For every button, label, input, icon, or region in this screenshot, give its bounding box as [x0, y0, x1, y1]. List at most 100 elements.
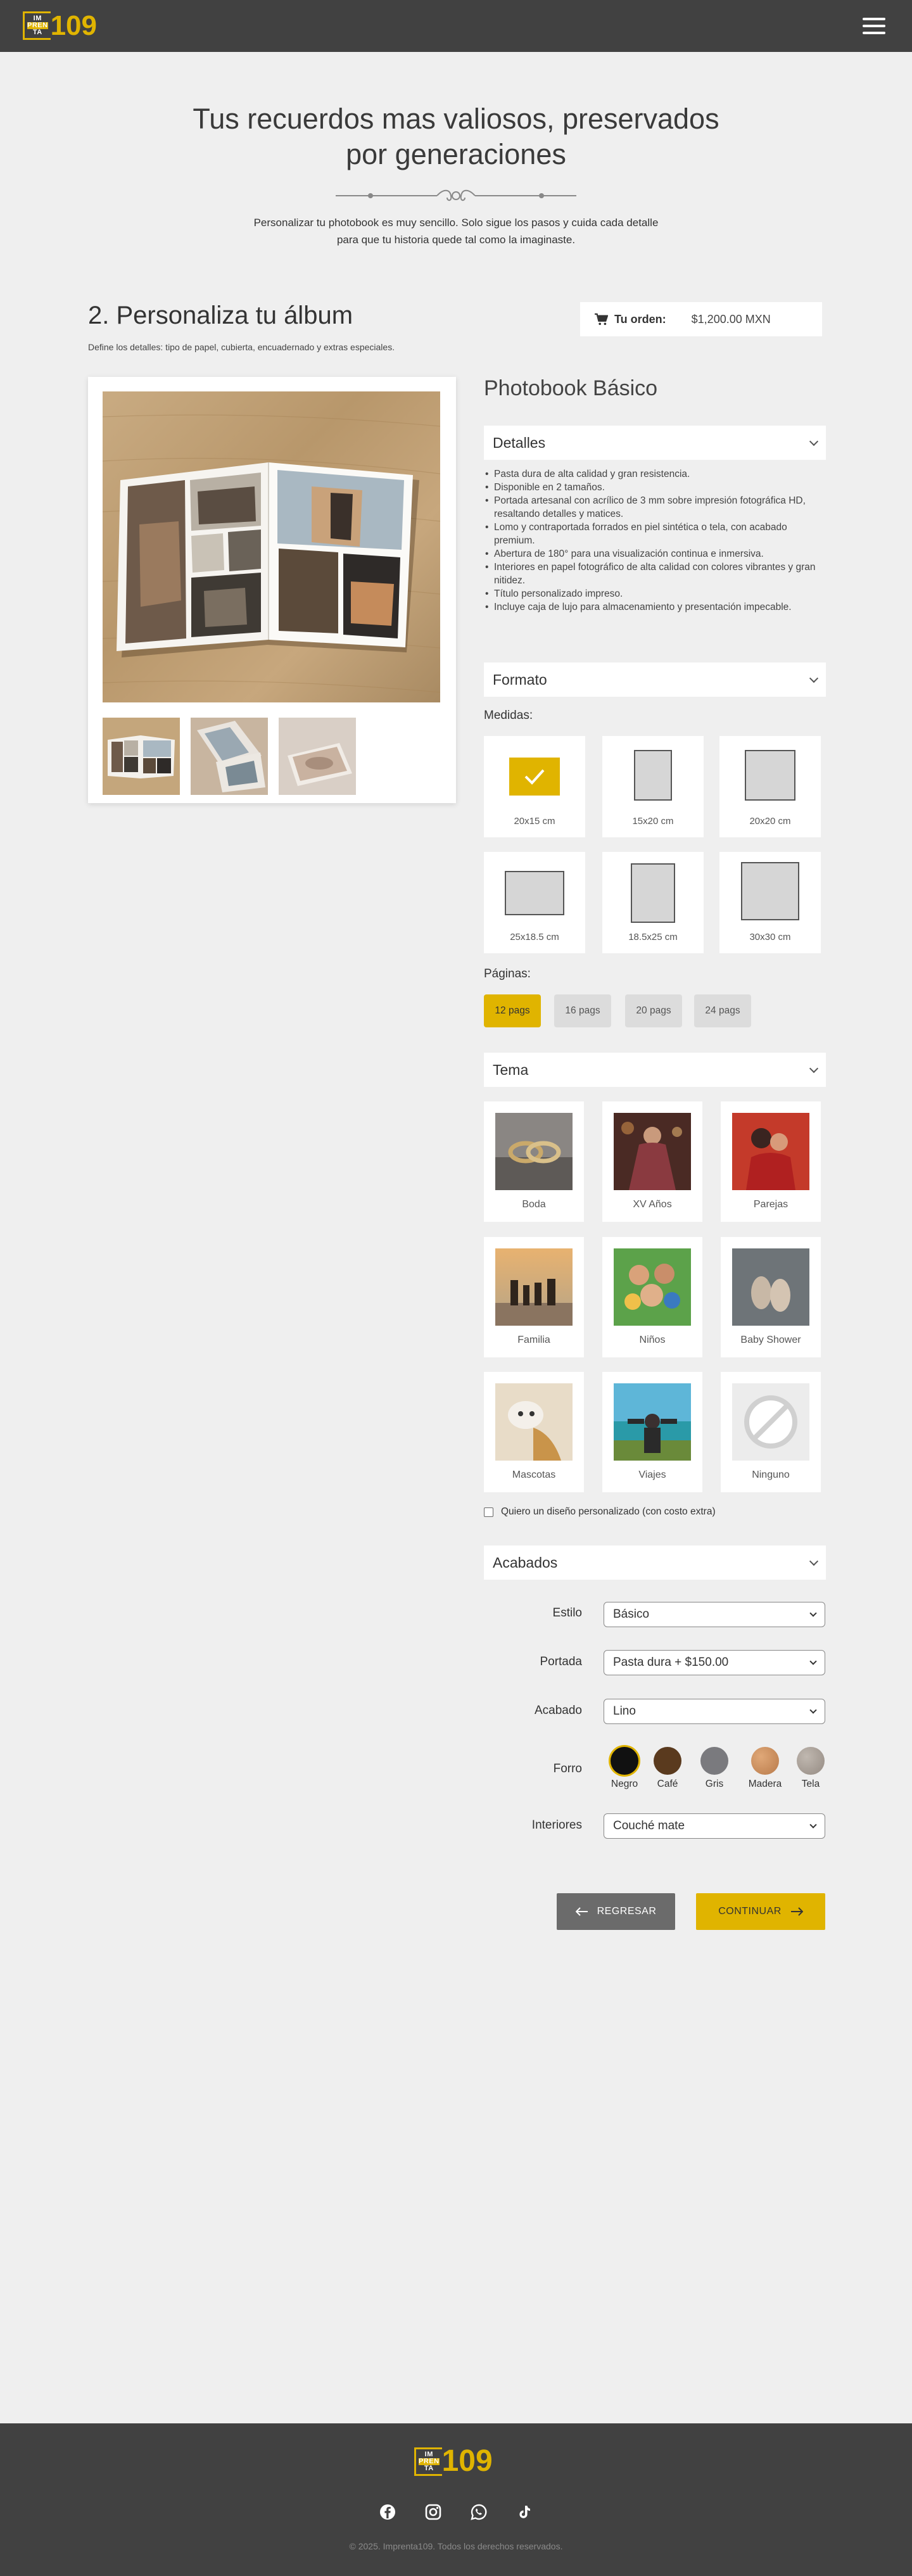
- check-icon: [524, 769, 545, 785]
- forro-option-cafe[interactable]: Café: [649, 1747, 687, 1790]
- hero-title: Tus recuerdos mas valiosos, preservados …: [0, 101, 912, 172]
- forro-option-gris[interactable]: Gris: [695, 1747, 733, 1790]
- forro-name: Madera: [748, 1779, 782, 1789]
- tiktok-icon[interactable]: [516, 2503, 533, 2521]
- size-shape: [745, 750, 795, 801]
- size-shape: [634, 750, 672, 801]
- size-caption: 20x15 cm: [514, 816, 555, 827]
- acabado-select[interactable]: Lino: [604, 1699, 825, 1724]
- interiores-label: Interiores: [531, 1818, 582, 1832]
- order-summary[interactable]: Tu orden: $1,200.00 MXN: [580, 302, 822, 336]
- logo-text-1: IM: [424, 2450, 433, 2458]
- details-item: Disponible en 2 tamaños.: [484, 481, 826, 494]
- continue-button[interactable]: CONTINUAR: [696, 1893, 825, 1930]
- gallery-thumb-1[interactable]: [103, 718, 180, 795]
- back-button[interactable]: REGRESAR: [557, 1893, 675, 1930]
- custom-design-label: Quiero un diseño personalizado (con cost…: [501, 1506, 716, 1517]
- whatsapp-icon[interactable]: [470, 2503, 488, 2521]
- arrow-left-icon: [575, 1907, 588, 1916]
- custom-design-checkbox[interactable]: [484, 1507, 493, 1517]
- hamburger-icon[interactable]: [863, 18, 885, 34]
- size-option-30x30[interactable]: 30x30 cm: [719, 852, 821, 953]
- size-caption: 25x18.5 cm: [510, 932, 559, 942]
- details-item: Incluye caja de lujo para almacenamiento…: [484, 600, 826, 614]
- step-subtitle: Define los detalles: tipo de papel, cubi…: [88, 342, 395, 352]
- pages-option-16[interactable]: 16 pags: [554, 994, 611, 1027]
- chevron-down-icon: [809, 1706, 817, 1714]
- theme-option-viajes[interactable]: Viajes: [602, 1372, 702, 1492]
- size-caption: 30x30 cm: [749, 932, 791, 942]
- pages-option-24[interactable]: 24 pags: [694, 994, 751, 1027]
- forro-option-negro[interactable]: Negro: [605, 1747, 643, 1790]
- details-item: Título personalizado impreso.: [484, 587, 826, 600]
- theme-option-ninguno[interactable]: Ninguno: [721, 1372, 821, 1492]
- details-item: Lomo y contraportada forrados en piel si…: [484, 521, 826, 547]
- forro-swatch-tela: [797, 1747, 825, 1775]
- portada-value: Pasta dura + $150.00: [613, 1656, 729, 1669]
- logo-box: IM PREN TA: [414, 2447, 442, 2476]
- acabado-label: Acabado: [534, 1704, 582, 1717]
- custom-design-option[interactable]: Quiero un diseño personalizado (con cost…: [484, 1506, 716, 1518]
- theme-option-xv-anos[interactable]: XV Años: [602, 1101, 702, 1222]
- estilo-value: Básico: [613, 1608, 650, 1621]
- accordion-finishes[interactable]: Acabados: [484, 1545, 826, 1580]
- logo-text-3: TA: [424, 2464, 434, 2472]
- interiores-value: Couché mate: [613, 1819, 685, 1832]
- theme-caption: Mascotas: [512, 1469, 556, 1480]
- forro-label: Forro: [553, 1762, 582, 1775]
- forro-option-madera[interactable]: Madera: [746, 1747, 784, 1790]
- logo-box: IM PREN TA: [23, 11, 51, 40]
- arrow-right-icon: [790, 1907, 803, 1916]
- order-label: Tu orden:: [614, 312, 666, 326]
- logo[interactable]: IM PREN TA 109: [23, 11, 97, 40]
- interiores-select[interactable]: Couché mate: [604, 1813, 825, 1839]
- back-button-label: REGRESAR: [597, 1906, 657, 1917]
- forro-swatch-gris: [700, 1747, 728, 1775]
- accordion-theme[interactable]: Tema: [484, 1053, 826, 1087]
- footer-logo[interactable]: IM PREN TA 109: [414, 2446, 493, 2477]
- hero-text-line-2: para que tu historia quede tal como la i…: [336, 234, 576, 246]
- theme-option-parejas[interactable]: Parejas: [721, 1101, 821, 1222]
- pages-option-20[interactable]: 20 pags: [625, 994, 682, 1027]
- size-option-20x20[interactable]: 20x20 cm: [719, 736, 821, 837]
- estilo-label: Estilo: [552, 1606, 582, 1620]
- gallery-thumb-2[interactable]: [191, 718, 268, 795]
- main-product-photo: [103, 391, 440, 702]
- details-item: Portada artesanal con acrílico de 3 mm s…: [484, 494, 826, 521]
- portada-select[interactable]: Pasta dura + $150.00: [604, 1650, 825, 1675]
- theme-caption: Boda: [522, 1199, 546, 1210]
- theme-option-baby-shower[interactable]: Baby Shower: [721, 1237, 821, 1357]
- hero-title-line-2: por generaciones: [346, 138, 566, 170]
- theme-option-ninos[interactable]: Niños: [602, 1237, 702, 1357]
- accordion-details[interactable]: Detalles: [484, 426, 826, 460]
- size-option-15x20[interactable]: 15x20 cm: [602, 736, 704, 837]
- size-shape: [741, 862, 799, 920]
- instagram-icon[interactable]: [424, 2503, 442, 2521]
- size-option-20x15[interactable]: 20x15 cm: [484, 736, 585, 837]
- no-theme-icon: [732, 1383, 809, 1461]
- forro-name: Negro: [611, 1779, 638, 1789]
- forro-swatch-madera: [751, 1747, 779, 1775]
- theme-option-familia[interactable]: Familia: [484, 1237, 584, 1357]
- size-shape: [631, 863, 675, 923]
- accordion-format-title: Formato: [493, 671, 547, 688]
- size-option-18.5x25[interactable]: 18.5x25 cm: [602, 852, 704, 953]
- size-shape: [505, 871, 564, 915]
- theme-option-mascotas[interactable]: Mascotas: [484, 1372, 584, 1492]
- pages-option-12[interactable]: 12 pags: [484, 994, 541, 1027]
- details-item: Abertura de 180° para una visualización …: [484, 547, 826, 561]
- chevron-down-icon: [809, 1556, 819, 1566]
- forro-name: Café: [657, 1779, 678, 1789]
- forro-swatch-cafe: [654, 1747, 681, 1775]
- forro-swatch-negro: [611, 1747, 638, 1775]
- forro-option-tela[interactable]: Tela: [792, 1747, 830, 1790]
- gallery-thumb-3[interactable]: [279, 718, 356, 795]
- theme-image-pet: [495, 1383, 573, 1461]
- facebook-icon[interactable]: [379, 2503, 396, 2521]
- size-option-25x18.5[interactable]: 25x18.5 cm: [484, 852, 585, 953]
- estilo-select[interactable]: Básico: [604, 1602, 825, 1627]
- logo-number: 109: [50, 10, 97, 41]
- theme-option-boda[interactable]: Boda: [484, 1101, 584, 1222]
- accordion-format[interactable]: Formato: [484, 663, 826, 697]
- chevron-down-icon: [809, 673, 819, 683]
